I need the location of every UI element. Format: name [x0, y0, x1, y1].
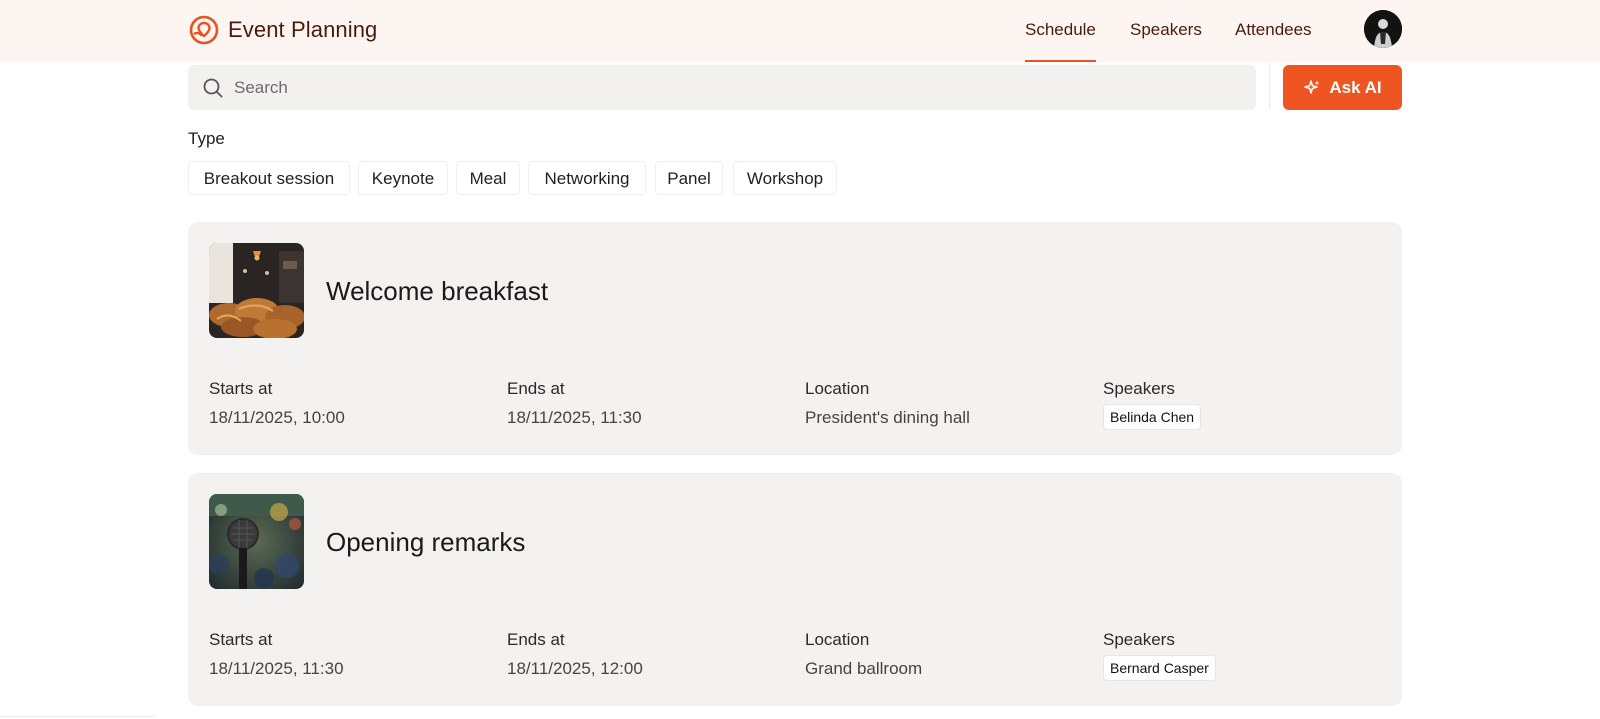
type-filter-label: Type: [188, 129, 225, 148]
nav-tab-speakers[interactable]: Speakers: [1130, 0, 1202, 62]
speaker-chip[interactable]: Belinda Chen: [1103, 404, 1202, 430]
ends-at-field: Ends at 18/11/2025, 11:30: [507, 379, 642, 428]
location-field: Location Grand ballroom: [805, 630, 922, 679]
filter-chip-workshop[interactable]: Workshop: [733, 161, 837, 195]
filter-chip-networking[interactable]: Networking: [528, 161, 646, 195]
session-card[interactable]: Welcome breakfast Starts at 18/11/2025, …: [188, 222, 1402, 455]
starts-at-value: 18/11/2025, 11:30: [209, 659, 344, 678]
filter-chip-keynote[interactable]: Keynote: [358, 161, 448, 195]
speakers-field: Speakers Belinda Chen: [1103, 379, 1202, 430]
app-title: Event Planning: [228, 17, 378, 42]
speakers-label: Speakers: [1103, 379, 1175, 398]
ends-at-label: Ends at: [507, 379, 565, 398]
brand[interactable]: Event Planning: [188, 14, 377, 46]
breakfast-pastries-photo: [209, 243, 304, 338]
starts-at-label: Starts at: [209, 630, 273, 649]
filter-chip-breakout-session[interactable]: Breakout session: [188, 161, 350, 195]
ask-ai-button[interactable]: Ask AI: [1283, 65, 1402, 110]
toolbar-divider: [1269, 62, 1270, 110]
nav-tab-attendees[interactable]: Attendees: [1235, 0, 1312, 62]
starts-at-label: Starts at: [209, 379, 273, 398]
location-value: Grand ballroom: [805, 659, 923, 678]
location-label: Location: [805, 379, 870, 398]
session-title: Welcome breakfast: [326, 276, 549, 306]
session-card[interactable]: Opening remarks Starts at 18/11/2025, 11…: [188, 473, 1402, 706]
ends-at-value: 18/11/2025, 11:30: [507, 408, 642, 427]
filter-chip-panel[interactable]: Panel: [655, 161, 723, 195]
bottom-divider: [0, 716, 155, 717]
ends-at-field: Ends at 18/11/2025, 12:00: [507, 630, 643, 679]
globe-pin-logo-icon: [189, 15, 219, 45]
speakers-label: Speakers: [1103, 630, 1175, 649]
ends-at-label: Ends at: [507, 630, 565, 649]
starts-at-value: 18/11/2025, 10:00: [209, 408, 345, 427]
starts-at-field: Starts at 18/11/2025, 10:00: [209, 379, 345, 428]
speakers-field: Speakers Bernard Casper: [1103, 630, 1216, 681]
search-input[interactable]: [234, 77, 1234, 98]
search-icon: [203, 78, 223, 97]
top-navigation-bar: Event Planning Schedule Speakers Attende…: [0, 0, 1600, 62]
starts-at-field: Starts at 18/11/2025, 11:30: [209, 630, 344, 679]
speaker-chip[interactable]: Bernard Casper: [1103, 655, 1216, 681]
search-bar[interactable]: [188, 65, 1256, 110]
microphone-stage-photo: [209, 494, 304, 589]
sparkle-icon: [1304, 79, 1320, 94]
location-label: Location: [805, 630, 870, 649]
avatar-portrait-icon: [1364, 10, 1402, 48]
ends-at-value: 18/11/2025, 12:00: [507, 659, 643, 678]
location-value: President's dining hall: [805, 408, 970, 427]
user-avatar[interactable]: [1364, 10, 1402, 48]
location-field: Location President's dining hall: [805, 379, 970, 428]
ask-ai-label: Ask AI: [1329, 77, 1382, 97]
session-title: Opening remarks: [326, 527, 526, 557]
nav-tab-schedule[interactable]: Schedule: [1025, 0, 1096, 62]
filter-chip-meal[interactable]: Meal: [456, 161, 520, 195]
